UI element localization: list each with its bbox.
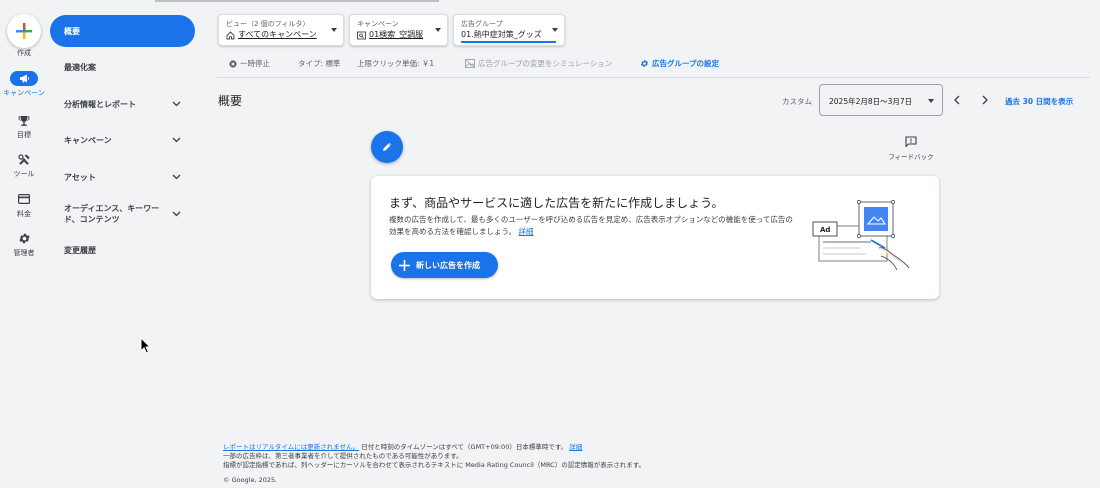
sidebar-item-label: 変更履歴 [64,245,96,255]
sidebar-item-audiences-keywords[interactable]: オーディエンス、キーワード、コンテンツ [50,197,195,231]
date-range-value: 2025年2月8日〜3月7日 [829,97,913,106]
rail-label-tools: ツール [13,170,35,178]
feedback-icon [905,136,917,148]
header-divider [217,77,1090,78]
chevron-down-icon [552,28,558,32]
megaphone-icon [19,74,29,83]
adgroup-settings-link[interactable]: 広告グループの設定 [640,58,719,69]
chevron-down-icon [172,137,181,143]
trophy-icon [18,116,30,126]
feedback-button[interactable]: フィードバック [885,132,937,161]
max-cpc: 上限クリック単価: ￥1 [357,59,435,68]
adgroup-filter-value: 01.熱中症対策_グッズ [461,30,542,39]
chevron-down-icon [928,99,934,103]
date-range-picker[interactable]: 2025年2月8日〜3月7日 [819,84,943,116]
chevron-down-icon [172,101,181,107]
create-label: 作成 [17,49,31,57]
settings-gear-icon [640,60,649,67]
footer-details-link[interactable]: 詳細 [569,443,582,451]
page-title: 概要 [218,94,243,108]
create-new-ad-button[interactable]: 新しい広告を作成 [391,252,498,278]
adgroup-settings-label: 広告グループの設定 [652,59,720,68]
campaign-filter[interactable]: キャンペーン 01検索_空調服 [349,14,448,46]
chevron-right-icon [982,95,988,105]
sidebar-item-assets[interactable]: アセット [50,161,195,193]
adgroup-active-underline [461,41,556,43]
credit-card-icon [18,194,30,204]
sidebar-item-overview[interactable]: 概要 [50,15,195,47]
mouse-cursor-icon [140,337,151,354]
sidebar-item-label: 最適化案 [64,62,96,72]
chevron-down-icon [435,28,441,32]
sidebar-item-label: オーディエンス、キーワード、コンテンツ [64,204,160,224]
tools-icon [18,154,30,165]
search-campaign-icon [357,31,366,39]
view-filter-value: すべてのキャンペーン [238,30,317,39]
chevron-left-icon [954,95,960,105]
ad-badge-text: Ad [820,226,830,234]
view-filter-label: ビュー（2 個のフィルタ） [226,20,310,28]
rail-label-goals: 目標 [17,131,31,139]
rail-label-admin: 管理者 [13,249,35,257]
home-icon [226,30,235,39]
date-custom-label: カスタム [782,97,812,106]
card-description: 複数の広告を作成して、最も多くのユーザーを呼び込める広告を見定め、広告表示オプシ… [389,214,794,238]
image-simulate-icon [465,59,475,68]
adgroup-filter[interactable]: 広告グループ 01.熱中症対策_グッズ [453,14,565,46]
sidebar-item-change-history[interactable]: 変更履歴 [50,234,195,266]
realtime-notice-link[interactable]: レポートはリアルタイムには更新されません。 [223,443,359,451]
simulate-changes-label: 広告グループの変更をシミュレーション [478,59,613,68]
card-title: まず、商品やサービスに適した広告を新たに作成しましょう。 [389,196,724,210]
plus-icon [399,259,410,271]
ad-illustration: Ad [812,200,910,271]
feedback-label: フィードバック [888,153,934,161]
simulate-changes-link[interactable]: 広告グループの変更をシミュレーション [465,58,612,69]
sidebar-item-label: 概要 [64,26,80,36]
rail-item-goals[interactable] [0,115,48,127]
card-description-text: 複数の広告を作成して、最も多くのユーザーを呼び込める広告を見定め、広告表示オプシ… [389,215,793,236]
pencil-icon [383,142,392,151]
plus-icon [16,23,32,39]
create-new-ad-label: 新しい広告を作成 [416,260,480,270]
sidebar-item-label: キャンペーン [64,135,112,145]
edit-fab-button[interactable] [371,131,403,163]
timezone-notice: 日付と時刻のタイムゾーンはすべて（GMT+09:00）日本標準時です。 [361,443,568,451]
rail-item-admin[interactable] [0,232,48,245]
status-text: 一時停止 [240,59,270,68]
adgroup-type: タイプ: 標準 [298,59,341,68]
rail-item-tools[interactable] [0,154,48,166]
card-details-link[interactable]: 詳細 [518,227,533,236]
sidebar-item-insights-reports[interactable]: 分析情報とレポート [50,88,195,120]
copyright: © Google, 2025. [223,476,278,484]
campaign-filter-value: 01検索_空調服 [369,30,424,39]
previous-period-button[interactable] [951,94,963,106]
sidebar-item-recommendations[interactable]: 最適化案 [50,51,195,83]
sidebar-item-campaigns[interactable]: キャンペーン [50,124,195,156]
chevron-down-icon [331,28,337,32]
rail-label-billing: 料金 [17,210,31,218]
chevron-down-icon [172,211,181,217]
adgroup-filter-label: 広告グループ [461,20,503,28]
create-button[interactable] [7,14,41,48]
show-last-30-days-link[interactable]: 過去 30 日間を表示 [1005,96,1073,107]
campaign-filter-label: キャンペーン [357,20,399,28]
paused-status-icon [229,59,237,68]
top-scroll-strip [155,0,439,2]
rail-item-campaigns[interactable] [10,71,38,86]
sidebar-item-label: 分析情報とレポート [64,99,136,109]
footer-line-mrc: 指標が認定指標であれば、列ヘッダーにカーソルを合わせて表示されるテキストに Me… [223,461,646,469]
rail-item-billing[interactable] [0,194,48,204]
chevron-down-icon [172,174,181,180]
sidebar-item-label: アセット [64,172,96,182]
create-ad-card: まず、商品やサービスに適した広告を新たに作成しましょう。 複数の広告を作成して、… [371,176,939,299]
left-rail: 作成 キャンペーン 目標 ツール 料金 管理者 [0,0,48,488]
view-filter[interactable]: ビュー（2 個のフィルタ） すべてのキャンペーン [218,14,344,46]
gear-icon [18,233,30,244]
next-period-button[interactable] [979,94,991,106]
footer: レポートはリアルタイムには更新されません。 日付と時刻のタイムゾーンはすべて（G… [223,443,645,470]
footer-line-inventory: 一部の広告枠は、第三者事業者を介して提供されたものである可能性があります。 [223,452,463,460]
status-paused[interactable]: 一時停止 [229,58,270,69]
rail-label-campaigns: キャンペーン [3,89,45,97]
